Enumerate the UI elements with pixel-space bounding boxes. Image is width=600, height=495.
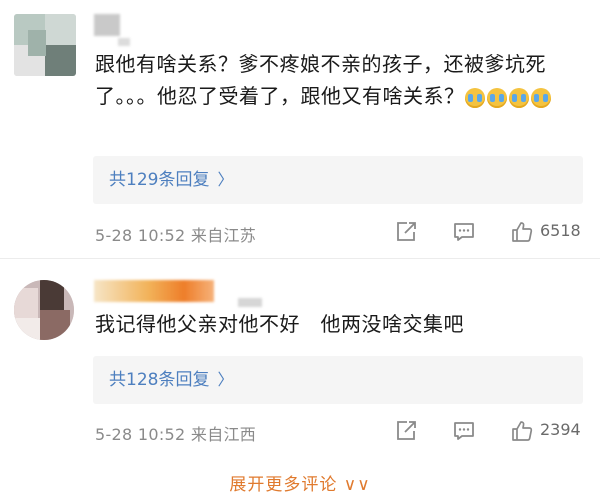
expand-more-comments-link[interactable]: 展开更多评论 ∨∨: [0, 470, 600, 495]
comment-location: 来自江苏: [190, 226, 257, 245]
username-redacted: [118, 38, 130, 46]
comment-date: 5-28 10:52: [95, 226, 186, 245]
comment-icon[interactable]: [452, 419, 476, 443]
comment-date: 5-28 10:52: [95, 425, 186, 444]
like-count: 6518: [540, 221, 581, 240]
comment-text: 我记得他父亲对他不好 他两没啥交集吧: [95, 308, 576, 340]
thumbs-up-icon[interactable]: [510, 220, 534, 244]
username-redacted[interactable]: [94, 280, 214, 302]
comment-actions: 2394: [390, 417, 590, 445]
share-icon[interactable]: [394, 220, 418, 244]
share-icon[interactable]: [394, 419, 418, 443]
replies-label: 共129条回复: [109, 170, 210, 190]
crying-emoji-icon: [508, 87, 529, 108]
crying-emoji-group: [464, 82, 553, 114]
comment-text-body: 我记得他父亲对他不好 他两没啥交集吧: [95, 312, 464, 336]
comment-text: 跟他有啥关系？爹不疼娘不亲的孩子，还被爹坑死了。。。他忍了受着了，跟他又有啥关系…: [95, 48, 576, 114]
username-redacted[interactable]: [94, 14, 120, 36]
crying-emoji-icon: [530, 87, 551, 108]
like-count: 2394: [540, 420, 581, 439]
comment-meta: 5-28 10:52 来自江苏: [95, 222, 256, 246]
chevron-right-icon: 〉: [217, 170, 234, 189]
avatar[interactable]: [14, 280, 74, 340]
crying-emoji-icon: [486, 87, 507, 108]
view-replies-button[interactable]: 共128条回复〉: [93, 356, 583, 404]
comment-actions: 6518: [390, 218, 590, 246]
crying-emoji-icon: [464, 87, 485, 108]
comment-item: 我记得他父亲对他不好 他两没啥交集吧 共128条回复〉 5-28 10:52 来…: [0, 258, 600, 458]
replies-label: 共128条回复: [109, 370, 210, 390]
comment-icon[interactable]: [452, 220, 476, 244]
view-replies-button[interactable]: 共129条回复〉: [93, 156, 583, 204]
comment-meta: 5-28 10:52 来自江西: [95, 421, 256, 445]
comment-location: 来自江西: [190, 425, 257, 444]
avatar[interactable]: [14, 14, 76, 76]
username-redacted: [238, 298, 262, 307]
comment-item: 跟他有啥关系？爹不疼娘不亲的孩子，还被爹坑死了。。。他忍了受着了，跟他又有啥关系…: [0, 0, 600, 258]
chevron-right-icon: 〉: [217, 370, 234, 389]
thumbs-up-icon[interactable]: [510, 419, 534, 443]
